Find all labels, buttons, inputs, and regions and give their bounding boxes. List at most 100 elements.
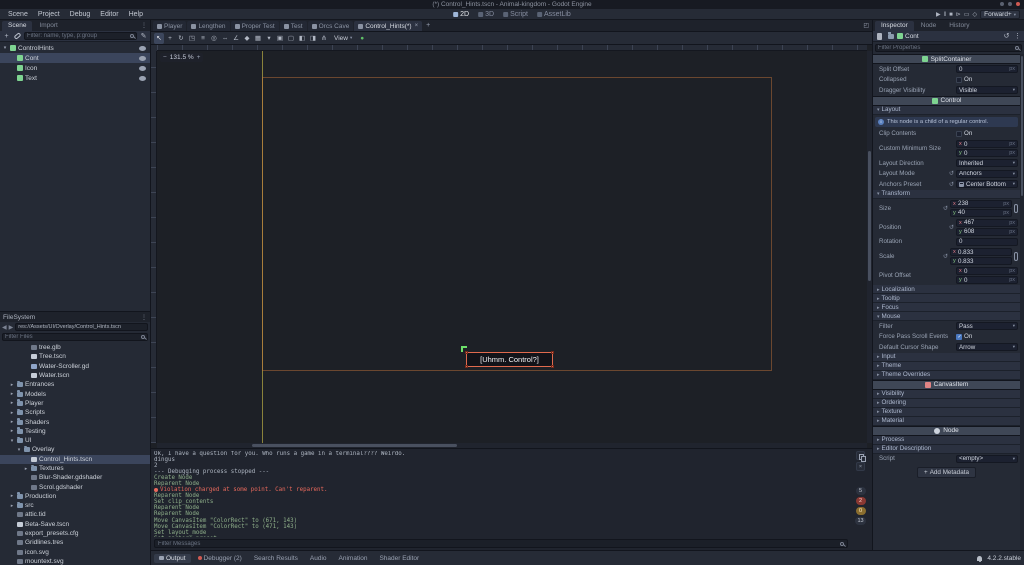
scene-tree-node[interactable]: ControlHints <box>0 43 150 53</box>
filesystem-entry[interactable]: UI <box>0 436 150 445</box>
play-scene-button[interactable]: ⊳ <box>956 11 961 18</box>
section-mouse[interactable]: Mouse <box>873 312 1020 321</box>
mouse-filter-dropdown[interactable]: Pass▾ <box>956 322 1018 330</box>
error-count-badge[interactable]: 2 <box>856 497 866 505</box>
filesystem-entry[interactable]: Player <box>0 399 150 408</box>
filter-messages-input[interactable] <box>158 541 838 547</box>
expand-arrow[interactable] <box>9 410 15 416</box>
section-header[interactable]: Process <box>873 436 1020 445</box>
filesystem-entry[interactable]: Scrol.gdshader <box>0 482 150 491</box>
filesystem-entry[interactable]: Water-Scroller.gd <box>0 362 150 371</box>
play-custom-scene-button[interactable]: ▭ <box>964 11 970 18</box>
expand-arrow[interactable] <box>16 447 22 453</box>
revert-icon[interactable]: ↺ <box>943 253 948 260</box>
inspector-scrollbar[interactable] <box>1020 54 1024 550</box>
stop-button[interactable]: ■ <box>949 12 953 18</box>
section-header[interactable]: Texture <box>873 408 1020 417</box>
script-dropdown[interactable]: <empty>▾ <box>956 455 1018 463</box>
pivot-y-field[interactable]: y0px <box>956 276 1018 284</box>
filesystem-entry[interactable]: tree.glb <box>0 343 150 352</box>
section-header[interactable]: Ordering <box>873 399 1020 408</box>
size-x-field[interactable]: x238px <box>950 200 1012 208</box>
bottom-panel-tab[interactable]: Shader Editor <box>374 554 424 563</box>
visibility-toggle-icon[interactable] <box>139 66 146 71</box>
section-header[interactable]: Focus <box>873 303 1020 312</box>
section-header[interactable]: Material <box>873 417 1020 426</box>
min-size-y-field[interactable]: y0px <box>956 149 1018 157</box>
clear-log-icon[interactable]: × <box>856 462 865 471</box>
resize-handle[interactable] <box>465 351 468 354</box>
anchors-preset-dropdown[interactable]: Center Bottom▾ <box>956 180 1018 188</box>
expand-arrow[interactable] <box>9 428 15 434</box>
lock-button[interactable]: ▣ <box>275 33 285 44</box>
link-ratio-icon[interactable] <box>1014 252 1018 261</box>
expand-arrow[interactable] <box>9 400 15 406</box>
scene-tree-node[interactable]: Text <box>0 73 150 83</box>
clip-contents-checkbox[interactable]: On <box>956 130 1018 137</box>
expand-arrow[interactable] <box>9 382 15 388</box>
inspector-options-icon[interactable]: ⋮ <box>1013 32 1022 41</box>
history-icon[interactable]: ↺ <box>1002 32 1011 41</box>
scene-tab[interactable]: Player × <box>153 21 186 31</box>
filesystem-entry[interactable]: src <box>0 501 150 510</box>
mode-tab[interactable]: 3D <box>478 11 494 18</box>
total-count-badge[interactable]: 13 <box>855 517 865 525</box>
link-ratio-icon[interactable] <box>1014 204 1018 213</box>
attach-script-button[interactable]: ✎ <box>139 32 148 41</box>
section-layout[interactable]: Layout <box>873 106 1020 115</box>
scale-x-field[interactable]: x0.833 <box>950 248 1012 256</box>
scene-tree-node[interactable]: Icon <box>0 63 150 73</box>
dock-tab[interactable]: Inspector <box>875 21 914 31</box>
revert-icon[interactable]: ↺ <box>943 205 948 212</box>
scene-tab[interactable]: Control_Hints(*) × <box>354 21 422 31</box>
section-header[interactable]: Theme <box>873 362 1020 371</box>
visibility-toggle-icon[interactable] <box>139 76 146 81</box>
load-resource-icon[interactable] <box>886 32 895 41</box>
group-button[interactable]: ◧ <box>297 33 307 44</box>
bottom-panel-tab[interactable]: Search Results <box>249 554 303 563</box>
filesystem-entry[interactable]: export_presets.cfg <box>0 529 150 538</box>
forward-icon[interactable]: ▶ <box>9 324 14 331</box>
expand-arrow[interactable] <box>2 45 8 51</box>
smart-snap-toggle[interactable]: ◆ <box>242 33 252 44</box>
filesystem-entry[interactable]: attic.tid <box>0 510 150 519</box>
pan-tool[interactable]: ⇔ <box>220 33 230 44</box>
section-transform[interactable]: Transform <box>873 190 1020 199</box>
filesystem-entry[interactable]: Water.tscn <box>0 371 150 380</box>
min-size-x-field[interactable]: x0px <box>956 140 1018 148</box>
scene-tab[interactable]: Lengthen × <box>187 21 229 31</box>
filesystem-entry[interactable]: Beta-Save.tscn <box>0 520 150 529</box>
close-tab-icon[interactable]: × <box>415 23 419 29</box>
zoom-out-icon[interactable]: − <box>163 54 167 61</box>
expand-arrow[interactable] <box>9 391 15 397</box>
resize-handle[interactable] <box>465 365 468 368</box>
notification-bell-icon[interactable] <box>977 556 982 561</box>
distraction-free-icon[interactable]: ◰ <box>863 22 869 29</box>
position-x-field[interactable]: x467px <box>956 219 1018 227</box>
scale-tool[interactable]: ◳ <box>187 33 197 44</box>
menu-item[interactable]: Project <box>34 11 64 18</box>
instance-scene-button[interactable] <box>13 32 22 41</box>
split-offset-field[interactable]: 0px <box>956 65 1018 73</box>
list-select-tool[interactable]: ≡ <box>198 33 208 44</box>
scene-tab[interactable]: Proper Test × <box>231 21 279 31</box>
zoom-level[interactable]: 131.5 % <box>170 54 194 61</box>
section-header[interactable]: Input <box>873 353 1020 362</box>
grid-snap-toggle[interactable]: ▦ <box>253 33 263 44</box>
filesystem-entry[interactable]: Entrances <box>0 380 150 389</box>
collapsed-checkbox[interactable]: On <box>956 76 1018 83</box>
dragger-visibility-dropdown[interactable]: Visible▾ <box>956 86 1018 94</box>
expand-arrow[interactable] <box>9 493 15 499</box>
expand-arrow[interactable] <box>9 438 15 444</box>
section-header[interactable]: Editor Description <box>873 445 1020 454</box>
scene-tree-node[interactable]: Cont <box>0 53 150 63</box>
scene-tab[interactable]: Orcs Cave × <box>308 21 354 31</box>
bottom-panel-tab[interactable]: Output <box>154 554 191 563</box>
expand-arrow[interactable] <box>23 466 29 472</box>
section-header[interactable]: Visibility <box>873 390 1020 399</box>
view-menu[interactable]: View▾ <box>330 35 356 42</box>
scale-y-field[interactable]: y0.833 <box>950 257 1012 265</box>
filesystem-entry[interactable]: Shaders <box>0 417 150 426</box>
dock-options-icon[interactable]: ⋮ <box>141 314 147 321</box>
revert-icon[interactable]: ↺ <box>949 224 954 231</box>
